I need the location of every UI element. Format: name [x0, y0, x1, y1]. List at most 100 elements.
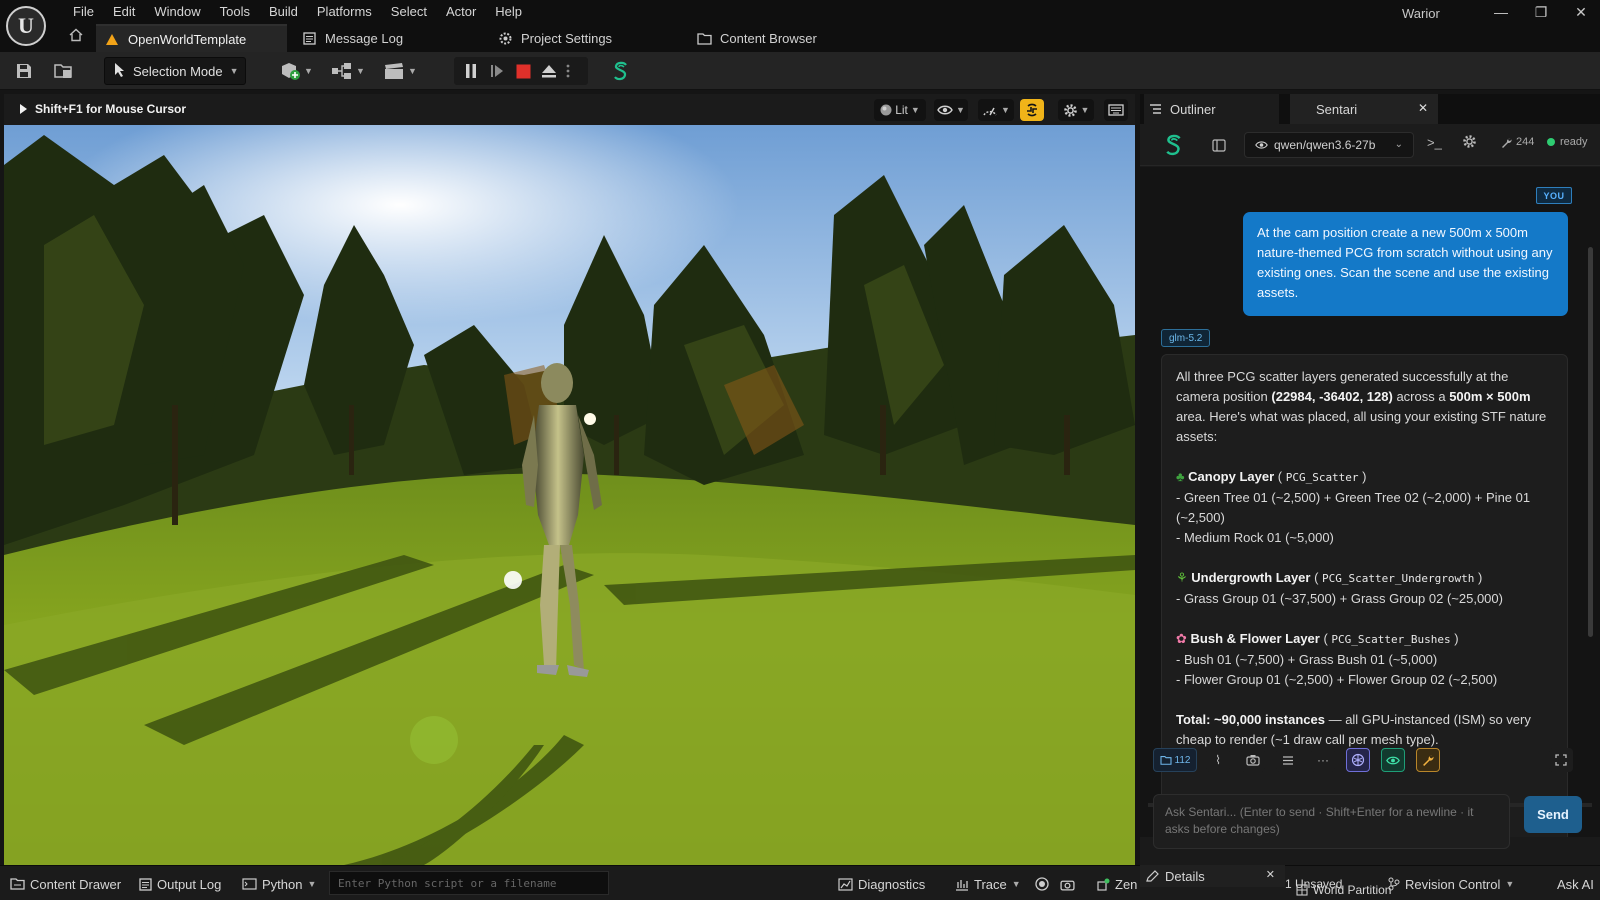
tab-details[interactable]: Details ✕: [1140, 865, 1285, 887]
tab-project-settings[interactable]: Project Settings: [489, 24, 679, 52]
trace-dropdown[interactable]: Trace ▼: [955, 874, 1021, 894]
canopy-item: - Medium Rock 01 (~5,000): [1176, 530, 1334, 545]
sentari-plugin-icon[interactable]: [612, 60, 630, 82]
folder-icon: [1159, 756, 1172, 765]
model-select[interactable]: qwen/qwen3.6-27b ⌄: [1244, 132, 1414, 158]
screenshot-icon[interactable]: [1060, 874, 1075, 894]
wrench-icon: [1423, 755, 1434, 766]
terminal-icon[interactable]: >_: [1427, 135, 1442, 150]
blueprints-icon[interactable]: ▼: [331, 60, 365, 82]
performance-gauge-icon: [983, 107, 997, 116]
outliner-list-icon: [1150, 104, 1161, 114]
brain-mode-button[interactable]: [1346, 748, 1370, 772]
camera-icon: [1246, 755, 1260, 766]
browse-content-icon[interactable]: [54, 60, 74, 82]
menu-tools[interactable]: Tools: [210, 0, 259, 24]
menu-help[interactable]: Help: [485, 0, 531, 24]
cinematics-clapper-icon[interactable]: ▼: [383, 60, 417, 82]
realtime-scalability-button[interactable]: ▼: [978, 99, 1014, 121]
vision-toggle-button[interactable]: [1381, 748, 1405, 772]
view-mode-lit-button[interactable]: Lit ▼: [874, 99, 926, 121]
tab-sentari[interactable]: Sentari ✕: [1290, 94, 1438, 124]
tab-outliner[interactable]: Outliner: [1144, 94, 1279, 124]
stop-button[interactable]: [513, 61, 533, 81]
expand-button[interactable]: [1549, 748, 1573, 772]
chevron-down-icon: ▼: [1505, 879, 1515, 889]
zen-icon: [1097, 878, 1110, 891]
tab-label: Project Settings: [521, 30, 613, 46]
hint-text: Shift+F1 for Mouse Cursor: [35, 102, 187, 116]
sentari-logo-icon: [1164, 133, 1184, 160]
gear-icon[interactable]: [1462, 134, 1477, 152]
home-icon[interactable]: [66, 28, 86, 48]
message-log-icon: [301, 30, 317, 46]
pause-button[interactable]: [461, 61, 481, 81]
tab-label: Outliner: [1170, 101, 1216, 117]
attach-button[interactable]: ⌇: [1206, 748, 1230, 772]
unsaved-changes-button[interactable]: 1 Unsaved: [1285, 874, 1342, 894]
record-icon[interactable]: [1035, 874, 1049, 894]
status-bar: Content Drawer Output Log Python ▼ Enter…: [0, 865, 1600, 900]
context-files-button[interactable]: 112: [1153, 748, 1197, 772]
frame-skip-button[interactable]: [487, 61, 507, 81]
viewport-layout-button[interactable]: [1104, 99, 1128, 121]
chat-scrollbar[interactable]: [1588, 247, 1593, 637]
more-button[interactable]: ···: [1311, 748, 1335, 772]
more-options-icon[interactable]: [562, 61, 574, 81]
undergrowth-item: - Grass Group 01 (~37,500) + Grass Group…: [1176, 591, 1503, 606]
diagnostics-button[interactable]: Diagnostics: [838, 874, 925, 894]
list-button[interactable]: [1276, 748, 1300, 772]
menu-file[interactable]: File: [63, 0, 103, 24]
viewport-scene-render[interactable]: [4, 125, 1135, 865]
eye-icon: [1255, 141, 1268, 149]
close-tab-icon[interactable]: ✕: [1418, 101, 1428, 115]
tab-label: Message Log: [325, 30, 404, 46]
level-viewport[interactable]: Shift+F1 for Mouse Cursor Lit ▼ ▼ ▼ ▼: [4, 94, 1135, 865]
tab-content-browser[interactable]: Content Browser: [688, 24, 878, 52]
menu-edit[interactable]: Edit: [103, 0, 144, 24]
game-view-toggle-button[interactable]: [1020, 99, 1044, 121]
chat-transcript[interactable]: YOU At the cam position create a new 500…: [1140, 167, 1600, 837]
send-button[interactable]: Send: [1524, 796, 1582, 833]
tab-label: Content Browser: [720, 30, 817, 46]
content-drawer-button[interactable]: Content Drawer: [10, 874, 121, 894]
python-console-dropdown[interactable]: Python ▼: [242, 874, 316, 894]
tab-open-world-template[interactable]: OpenWorldTemplate: [96, 24, 287, 52]
menu-window[interactable]: Window: [144, 0, 209, 24]
toggle-sidebar-icon[interactable]: [1207, 133, 1231, 157]
tree-icon: ♣: [1176, 469, 1185, 484]
save-icon[interactable]: [15, 60, 33, 82]
content-drawer-icon: [10, 878, 25, 890]
tools-toggle-button[interactable]: [1416, 748, 1440, 772]
viewport-settings-button[interactable]: ▼: [1058, 99, 1094, 121]
close-tab-icon[interactable]: ✕: [1266, 868, 1275, 881]
show-flags-eye-button[interactable]: ▼: [934, 99, 968, 121]
viewport-hint: Shift+F1 for Mouse Cursor: [19, 102, 186, 116]
minimize-button[interactable]: —: [1486, 2, 1516, 22]
menu-build[interactable]: Build: [259, 0, 307, 24]
python-command-input[interactable]: Enter Python script or a filename: [329, 871, 609, 895]
canopy-item: - Green Tree 01 (~2,500) + Green Tree 02…: [1176, 490, 1531, 525]
ask-ai-button[interactable]: Ask AI: [1557, 874, 1594, 894]
add-actor-icon[interactable]: ▼: [279, 60, 313, 82]
close-window-button[interactable]: ✕: [1566, 2, 1596, 22]
flower-icon: ✿: [1176, 631, 1187, 646]
menu-platforms[interactable]: Platforms: [307, 0, 381, 24]
restore-button[interactable]: ❐: [1526, 2, 1556, 22]
eject-button[interactable]: [539, 61, 559, 81]
sentari-toolbar: qwen/qwen3.6-27b ⌄ >_ 244 ready: [1140, 124, 1600, 166]
output-log-button[interactable]: Output Log: [139, 874, 221, 894]
branch-icon: [1388, 877, 1400, 891]
zen-button[interactable]: Zen: [1097, 874, 1137, 894]
unreal-logo-icon[interactable]: U: [6, 6, 46, 46]
bush-heading: ✿ Bush & Flower Layer ( PCG_Scatter_Bush…: [1176, 631, 1459, 646]
output-log-icon: [139, 877, 152, 891]
revision-control-dropdown[interactable]: Revision Control ▼: [1388, 874, 1514, 894]
menu-actor[interactable]: Actor: [436, 0, 485, 24]
tab-message-log[interactable]: Message Log: [293, 24, 483, 52]
chat-input[interactable]: Ask Sentari... (Enter to send · Shift+En…: [1153, 794, 1510, 849]
fullscreen-icon: [1555, 754, 1567, 766]
screenshot-button[interactable]: [1241, 748, 1265, 772]
selection-mode-dropdown[interactable]: Selection Mode ▼: [104, 57, 246, 85]
menu-select[interactable]: Select: [381, 0, 436, 24]
